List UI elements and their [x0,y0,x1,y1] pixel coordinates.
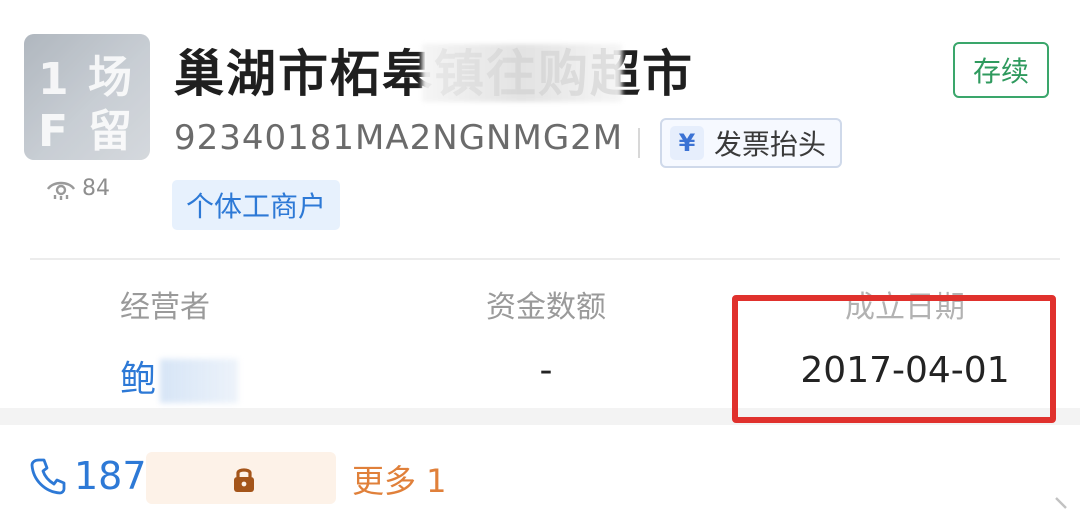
operator-field: 经营者 鲍 [120,282,239,403]
view-count-value: 84 [82,176,110,201]
invoice-title-button[interactable]: ¥ 发票抬头 [660,118,843,168]
operator-value[interactable]: 鲍 [120,350,239,403]
capital-label: 资金数额 [486,290,606,325]
invoice-title-label: 发票抬头 [714,128,827,161]
phone-number-prefix: 187 [74,454,147,498]
credit-code[interactable]: 92340181MA2NGNMG2M [174,118,623,158]
more-phones-link[interactable]: 更多 1 [352,456,447,502]
view-count: 84 [46,176,110,201]
lock-icon [234,468,254,492]
capital-value: - [539,350,553,391]
highlight-box [732,295,1056,423]
yen-icon: ¥ [670,126,704,160]
operator-name: 鲍 [120,359,157,400]
entity-type-tag: 个体工商户 [172,180,341,230]
capital-field: 资金数额 - [468,282,624,391]
logo-blur-overlay [24,34,150,160]
phone-icon [30,458,66,495]
eye-icon [46,181,76,200]
company-card: 1 场 F 留 84 巢湖市柘皋镇往购超市 存续 92340181MA2NGNM… [0,0,1080,423]
company-logo[interactable]: 1 场 F 留 [24,34,150,160]
operator-label: 经营者 [120,290,210,325]
privacy-blur [160,359,239,403]
chevron-right-icon [1055,497,1067,509]
privacy-blur [422,44,622,102]
divider [638,128,640,158]
divider [30,258,1060,260]
phone-link[interactable]: 187 [30,454,147,498]
status-badge: 存续 [953,42,1049,98]
